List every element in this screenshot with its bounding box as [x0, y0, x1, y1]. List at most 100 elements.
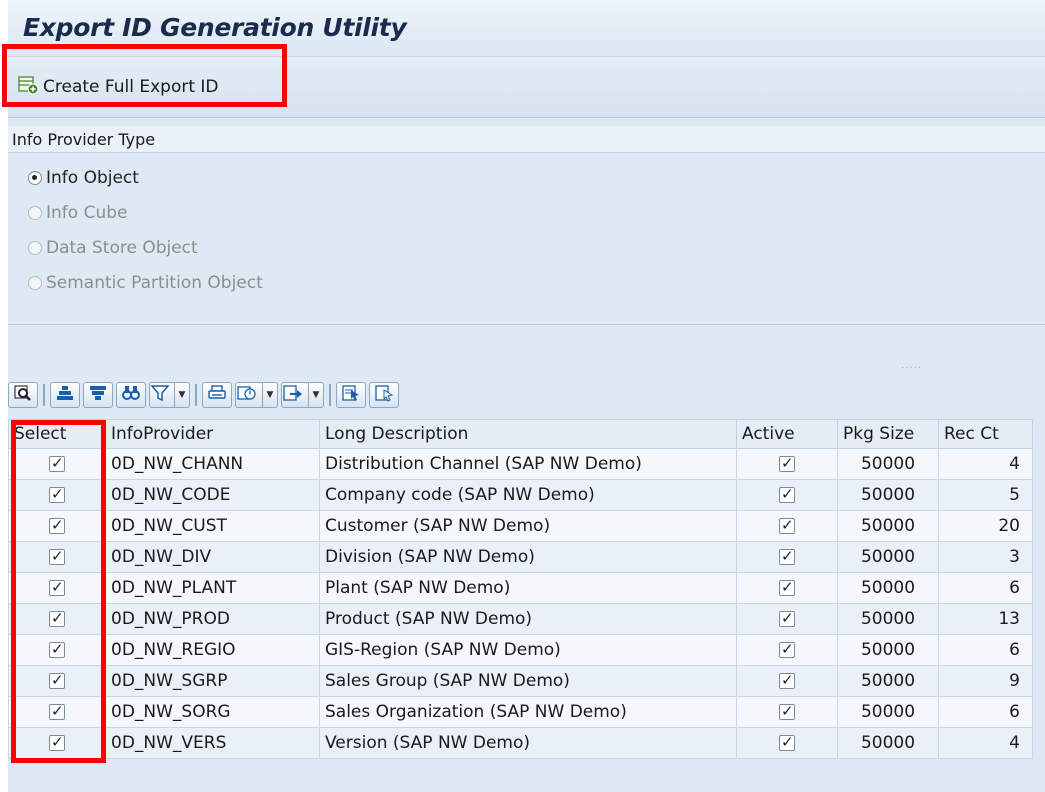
app-window: Export ID Generation Utility Create Full…	[2, 0, 1045, 792]
infoprovider-cell: 0D_NW_DIV	[105, 541, 320, 573]
description-cell: Company code (SAP NW Demo)	[319, 479, 737, 511]
create-full-export-id-button[interactable]: Create Full Export ID	[18, 72, 219, 102]
radio-label: Semantic Partition Object	[46, 273, 263, 293]
active-checkbox[interactable]	[779, 640, 795, 658]
select-checkbox[interactable]	[49, 640, 65, 658]
active-cell	[736, 448, 838, 480]
radio-label: Info Cube	[46, 203, 128, 223]
active-checkbox[interactable]	[779, 454, 795, 472]
rec-ct-cell: 4	[938, 448, 1033, 480]
sort-ascending-icon	[55, 384, 75, 406]
select-checkbox[interactable]	[49, 485, 65, 503]
select-cell	[8, 572, 106, 604]
description-cell: Distribution Channel (SAP NW Demo)	[319, 448, 737, 480]
active-checkbox[interactable]	[779, 609, 795, 627]
toolbar-separator	[329, 384, 331, 406]
active-checkbox[interactable]	[779, 547, 795, 565]
select-checkbox[interactable]	[49, 671, 65, 689]
radio-semantic-partition-object[interactable]: Semantic Partition Object	[28, 268, 263, 298]
rec-ct-cell: 9	[938, 665, 1033, 697]
active-checkbox[interactable]	[779, 516, 795, 534]
column-header-active[interactable]: Active	[736, 419, 838, 449]
filter-icon	[150, 384, 170, 406]
pkg-size-cell: 50000	[837, 572, 939, 604]
select-checkbox[interactable]	[49, 547, 65, 565]
views-button[interactable]: ▼	[235, 382, 278, 408]
infoprovider-table: Select InfoProvider Long Description Act…	[8, 419, 1033, 759]
rec-ct-cell: 20	[938, 510, 1033, 542]
deselect-all-icon	[374, 384, 394, 406]
export-button[interactable]: ▼	[281, 382, 324, 408]
application-toolbar: Create Full Export ID	[8, 56, 1045, 118]
export-icon	[282, 384, 304, 406]
radio-info-object[interactable]: Info Object	[28, 163, 139, 193]
table-row: 0D_NW_REGIO GIS-Region (SAP NW Demo) 500…	[8, 634, 1033, 666]
rec-ct-cell: 13	[938, 603, 1033, 635]
active-cell	[736, 603, 838, 635]
select-cell	[8, 727, 106, 759]
active-checkbox[interactable]	[779, 578, 795, 596]
select-checkbox[interactable]	[49, 609, 65, 627]
active-checkbox[interactable]	[779, 733, 795, 751]
find-button[interactable]	[116, 382, 146, 408]
radio-label: Info Object	[46, 168, 139, 188]
select-checkbox[interactable]	[49, 733, 65, 751]
table-row: 0D_NW_CODE Company code (SAP NW Demo) 50…	[8, 479, 1033, 511]
print-button[interactable]	[202, 382, 232, 408]
column-header-long-description[interactable]: Long Description	[319, 419, 737, 449]
rec-ct-cell: 6	[938, 572, 1033, 604]
select-checkbox[interactable]	[49, 578, 65, 596]
select-checkbox[interactable]	[49, 516, 65, 534]
column-header-select[interactable]: Select	[8, 419, 106, 449]
details-button[interactable]	[8, 382, 38, 408]
infoprovider-cell: 0D_NW_CODE	[105, 479, 320, 511]
table-row: 0D_NW_SGRP Sales Group (SAP NW Demo) 500…	[8, 665, 1033, 697]
radio-label: Data Store Object	[46, 238, 198, 258]
sort-descending-button[interactable]	[83, 382, 113, 408]
active-cell	[736, 510, 838, 542]
chevron-down-icon[interactable]: ▼	[174, 383, 189, 407]
column-header-pkg-size[interactable]: Pkg Size	[837, 419, 939, 449]
radio-info-cube[interactable]: Info Cube	[28, 198, 127, 228]
deselect-all-button[interactable]	[369, 382, 399, 408]
active-cell	[736, 541, 838, 573]
splitter-grip[interactable]: .....	[901, 360, 922, 371]
active-cell	[736, 479, 838, 511]
select-all-icon	[341, 384, 361, 406]
rec-ct-cell: 5	[938, 479, 1033, 511]
infoprovider-cell: 0D_NW_CHANN	[105, 448, 320, 480]
select-cell	[8, 696, 106, 728]
select-checkbox[interactable]	[49, 454, 65, 472]
radio-unselected-icon	[28, 241, 42, 255]
active-checkbox[interactable]	[779, 702, 795, 720]
select-cell	[8, 603, 106, 635]
active-cell	[736, 572, 838, 604]
select-cell	[8, 510, 106, 542]
active-checkbox[interactable]	[779, 485, 795, 503]
create-entry-icon	[18, 75, 43, 100]
radio-data-store-object[interactable]: Data Store Object	[28, 233, 198, 263]
sort-ascending-button[interactable]	[50, 382, 80, 408]
views-icon	[236, 384, 258, 406]
active-cell	[736, 665, 838, 697]
pkg-size-cell: 50000	[837, 665, 939, 697]
description-cell: Product (SAP NW Demo)	[319, 603, 737, 635]
toolbar-separator	[195, 384, 197, 406]
table-row: 0D_NW_CHANN Distribution Channel (SAP NW…	[8, 448, 1033, 480]
print-icon	[207, 384, 227, 406]
pkg-size-cell: 50000	[837, 603, 939, 635]
binoculars-icon	[121, 384, 141, 406]
chevron-down-icon[interactable]: ▼	[262, 383, 277, 407]
description-cell: Division (SAP NW Demo)	[319, 541, 737, 573]
filter-button[interactable]: ▼	[149, 382, 190, 408]
create-full-export-id-label: Create Full Export ID	[43, 77, 219, 97]
column-header-infoprovider[interactable]: InfoProvider	[105, 419, 320, 449]
select-all-button[interactable]	[336, 382, 366, 408]
column-header-rec-ct[interactable]: Rec Ct	[938, 419, 1033, 449]
active-checkbox[interactable]	[779, 671, 795, 689]
rec-ct-cell: 6	[938, 696, 1033, 728]
infoprovider-cell: 0D_NW_PLANT	[105, 572, 320, 604]
info-provider-type-header: Info Provider Type	[8, 126, 1045, 153]
chevron-down-icon[interactable]: ▼	[308, 383, 323, 407]
select-checkbox[interactable]	[49, 702, 65, 720]
